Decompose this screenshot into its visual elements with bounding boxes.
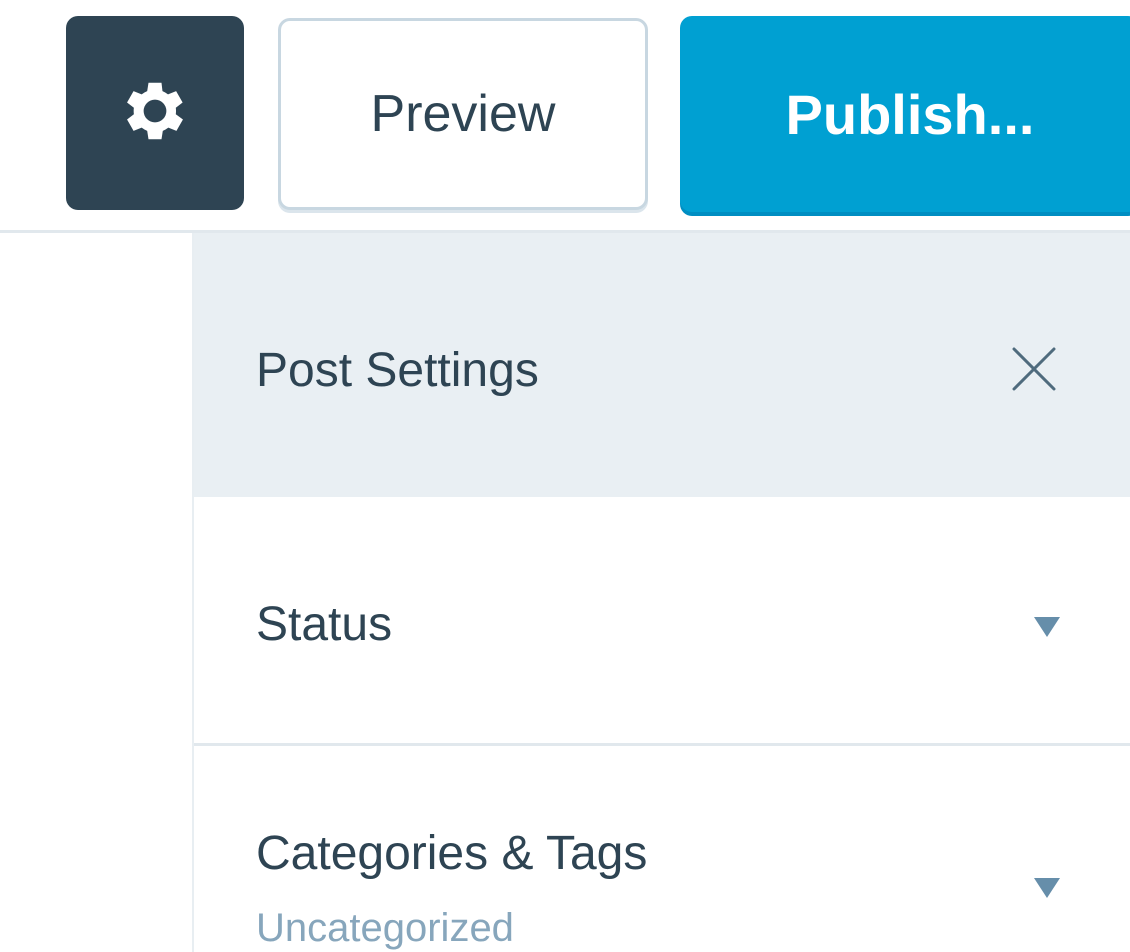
post-settings-sidebar: Post Settings Status Categories & Tags U… bbox=[192, 233, 1130, 952]
editor-page: Preview Publish... Post Settings Status bbox=[0, 0, 1130, 952]
sidebar-header: Post Settings bbox=[194, 233, 1130, 497]
gear-icon bbox=[116, 72, 194, 155]
status-section-label: Status bbox=[256, 598, 393, 651]
publish-button-label: Publish... bbox=[785, 82, 1035, 146]
publish-button[interactable]: Publish... bbox=[680, 16, 1130, 212]
categories-summary: Uncategorized bbox=[256, 906, 514, 950]
status-section-toggle[interactable]: Status bbox=[194, 497, 1130, 743]
close-sidebar-button[interactable] bbox=[1002, 337, 1066, 401]
preview-button-label: Preview bbox=[370, 85, 556, 143]
editor-content-edge bbox=[0, 233, 192, 952]
caret-down-icon bbox=[1032, 876, 1062, 900]
editor-toolbar: Preview Publish... bbox=[0, 0, 1130, 230]
close-icon bbox=[1002, 347, 1066, 405]
settings-button[interactable] bbox=[66, 16, 244, 210]
sidebar-title: Post Settings bbox=[256, 344, 539, 397]
categories-tags-section-toggle[interactable]: Categories & Tags Uncategorized bbox=[194, 746, 1130, 952]
caret-down-icon bbox=[1032, 615, 1062, 639]
preview-button[interactable]: Preview bbox=[278, 18, 648, 210]
categories-tags-section-label: Categories & Tags bbox=[256, 827, 648, 880]
